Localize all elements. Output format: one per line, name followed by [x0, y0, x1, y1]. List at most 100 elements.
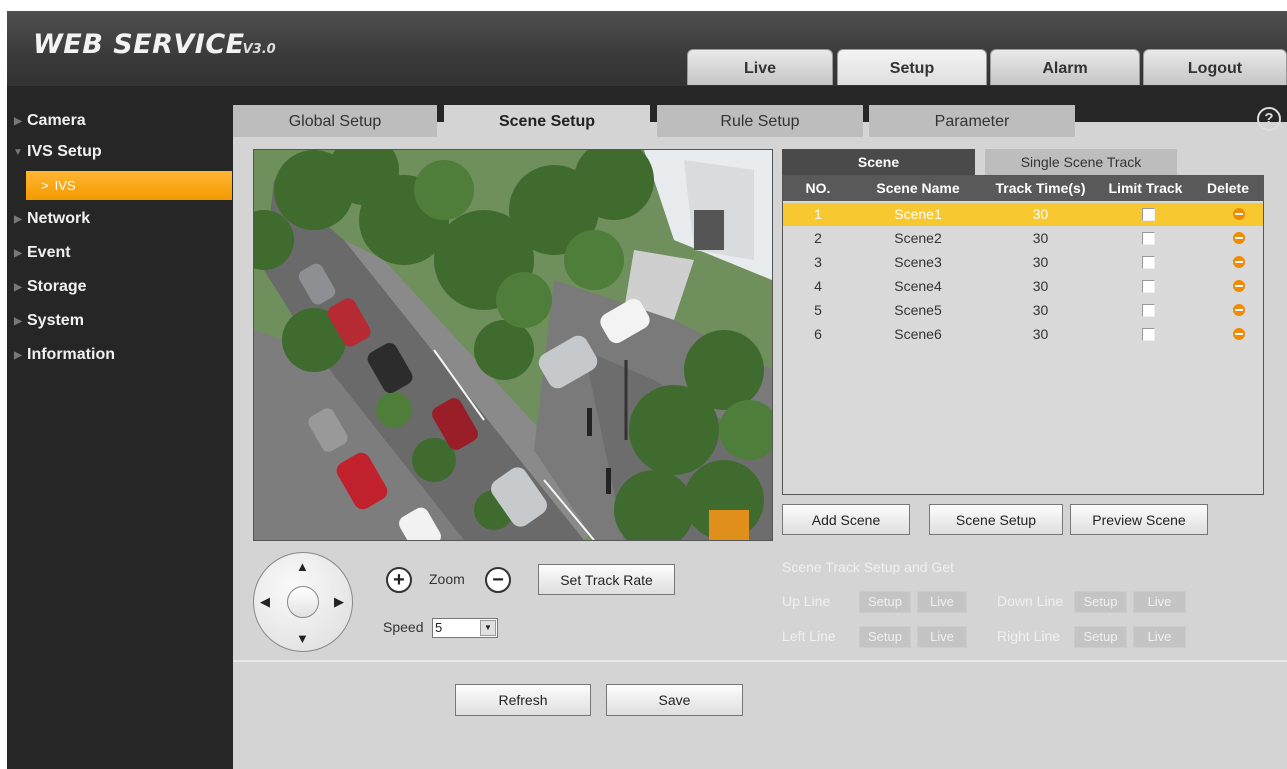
- triangle-right-icon: ▶: [14, 350, 22, 361]
- down-line-label: Down Line: [997, 593, 1064, 609]
- track-time-cell: 30: [1032, 230, 1049, 246]
- save-button[interactable]: Save: [606, 684, 743, 716]
- sidebar-item-label: IVS Setup: [27, 143, 102, 160]
- delete-icon[interactable]: [1233, 280, 1245, 292]
- scene-name-cell: Scene5: [894, 302, 942, 318]
- delete-icon[interactable]: [1233, 208, 1245, 220]
- tab-scene[interactable]: Scene: [782, 149, 975, 175]
- table-row[interactable]: 5 Scene5 30: [783, 299, 1263, 322]
- delete-icon[interactable]: [1233, 328, 1245, 340]
- triangle-right-icon: ▶: [14, 214, 22, 225]
- table-row[interactable]: 2 Scene2 30: [783, 227, 1263, 250]
- logo-version: V3.0: [242, 42, 276, 57]
- tab-logout-label: Logout: [1187, 60, 1243, 77]
- tab-live[interactable]: Live: [687, 49, 833, 85]
- triangle-right-icon: ▶: [14, 316, 22, 327]
- sidebar-item-event[interactable]: ▶ Event: [7, 238, 233, 268]
- zoom-out-button[interactable]: −: [485, 567, 511, 593]
- ptz-left-arrow-icon[interactable]: ◀: [260, 594, 270, 610]
- ptz-up-arrow-icon[interactable]: ▲: [296, 559, 309, 574]
- up-line-live-button[interactable]: Live: [917, 591, 967, 613]
- table-row[interactable]: 4 Scene4 30: [783, 275, 1263, 298]
- sidebar-item-storage[interactable]: ▶ Storage: [7, 272, 233, 302]
- scene-name-cell: Scene2: [894, 230, 942, 246]
- tab-rule-setup[interactable]: Rule Setup: [657, 105, 863, 137]
- column-header: Limit Track: [1108, 180, 1183, 196]
- limit-track-checkbox[interactable]: [1142, 280, 1155, 293]
- camera-scene-image: [254, 150, 772, 540]
- speed-select[interactable]: 5 ▼: [432, 618, 498, 638]
- triangle-right-icon: ▶: [14, 116, 22, 127]
- main-content: Global Setup Scene Setup Rule Setup Para…: [233, 86, 1287, 769]
- limit-track-checkbox[interactable]: [1142, 304, 1155, 317]
- tab-label: Global Setup: [288, 113, 382, 130]
- tab-scene-label: Scene: [857, 154, 900, 170]
- tab-scene-setup[interactable]: Scene Setup: [444, 105, 650, 137]
- ptz-down-arrow-icon[interactable]: ▼: [296, 631, 309, 646]
- tab-alarm-label: Alarm: [1042, 60, 1088, 77]
- help-icon[interactable]: ?: [1257, 107, 1281, 131]
- tab-logout[interactable]: Logout: [1143, 49, 1287, 85]
- tab-single-scene-track[interactable]: Single Scene Track: [985, 149, 1177, 175]
- ptz-right-arrow-icon[interactable]: ▶: [334, 594, 344, 610]
- column-header: Delete: [1206, 180, 1250, 196]
- sidebar-subitem-ivs[interactable]: > IVS: [26, 171, 232, 200]
- tab-setup[interactable]: Setup: [837, 49, 987, 85]
- track-time-cell: 30: [1032, 206, 1049, 222]
- scene-setup-button[interactable]: Scene Setup: [929, 504, 1063, 535]
- tab-parameter[interactable]: Parameter: [869, 105, 1075, 137]
- sidebar-item-network[interactable]: ▶ Network: [7, 204, 233, 234]
- right-line-setup-button[interactable]: Setup: [1074, 626, 1127, 648]
- left-line-setup-button[interactable]: Setup: [859, 626, 911, 648]
- chevron-right-icon: >: [41, 178, 49, 193]
- tab-setup-label: Setup: [889, 60, 935, 77]
- limit-track-checkbox[interactable]: [1142, 232, 1155, 245]
- refresh-button[interactable]: Refresh: [455, 684, 591, 716]
- zoom-in-button[interactable]: +: [386, 567, 412, 593]
- section-divider: [233, 660, 1287, 662]
- row-number-cell: 3: [814, 254, 822, 270]
- tab-label: Parameter: [934, 113, 1010, 130]
- delete-icon[interactable]: [1233, 256, 1245, 268]
- zoom-label: Zoom: [429, 571, 465, 587]
- ptz-control[interactable]: ▲ ▼ ◀ ▶: [253, 552, 353, 652]
- limit-track-checkbox[interactable]: [1142, 208, 1155, 221]
- down-line-live-button[interactable]: Live: [1133, 591, 1186, 613]
- up-line-setup-button[interactable]: Setup: [859, 591, 911, 613]
- tab-global-setup[interactable]: Global Setup: [233, 105, 437, 137]
- down-line-setup-button[interactable]: Setup: [1074, 591, 1127, 613]
- ptz-center-button[interactable]: [287, 586, 319, 618]
- set-track-rate-button[interactable]: Set Track Rate: [538, 564, 675, 595]
- limit-track-checkbox[interactable]: [1142, 256, 1155, 269]
- limit-track-checkbox[interactable]: [1142, 328, 1155, 341]
- scene-table: NO. Scene Name Track Time(s) Limit Track…: [782, 175, 1264, 495]
- left-line-live-button[interactable]: Live: [917, 626, 967, 648]
- subtab-bar: Global Setup Scene Setup Rule Setup Para…: [233, 86, 1287, 137]
- sidebar-item-ivs-setup[interactable]: ▼ IVS Setup: [7, 137, 233, 167]
- table-row[interactable]: 6 Scene6 30: [783, 323, 1263, 346]
- scene-name-cell: Scene6: [894, 326, 942, 342]
- tab-alarm[interactable]: Alarm: [990, 49, 1140, 85]
- row-number-cell: 4: [814, 278, 822, 294]
- table-header: NO. Scene Name Track Time(s) Limit Track…: [783, 176, 1263, 201]
- delete-icon[interactable]: [1233, 232, 1245, 244]
- add-scene-button[interactable]: Add Scene: [782, 504, 910, 535]
- sidebar-item-label: System: [27, 312, 84, 329]
- preview-scene-button[interactable]: Preview Scene: [1070, 504, 1208, 535]
- right-line-live-button[interactable]: Live: [1133, 626, 1186, 648]
- sidebar-item-camera[interactable]: ▶ Camera: [7, 106, 233, 136]
- table-row[interactable]: 1 Scene1 30: [783, 203, 1263, 226]
- sidebar-item-system[interactable]: ▶ System: [7, 306, 233, 336]
- column-header: NO.: [805, 180, 831, 196]
- scene-name-cell: Scene4: [894, 278, 942, 294]
- track-time-cell: 30: [1032, 254, 1049, 270]
- row-number-cell: 2: [814, 230, 822, 246]
- tab-label: Rule Setup: [720, 113, 800, 130]
- sidebar-item-information[interactable]: ▶ Information: [7, 340, 233, 370]
- delete-icon[interactable]: [1233, 304, 1245, 316]
- table-row[interactable]: 3 Scene3 30: [783, 251, 1263, 274]
- triangle-down-icon: ▼: [13, 147, 23, 158]
- track-setup-title: Scene Track Setup and Get: [782, 559, 954, 575]
- sidebar-item-label: Information: [27, 346, 115, 363]
- video-preview[interactable]: [253, 149, 773, 541]
